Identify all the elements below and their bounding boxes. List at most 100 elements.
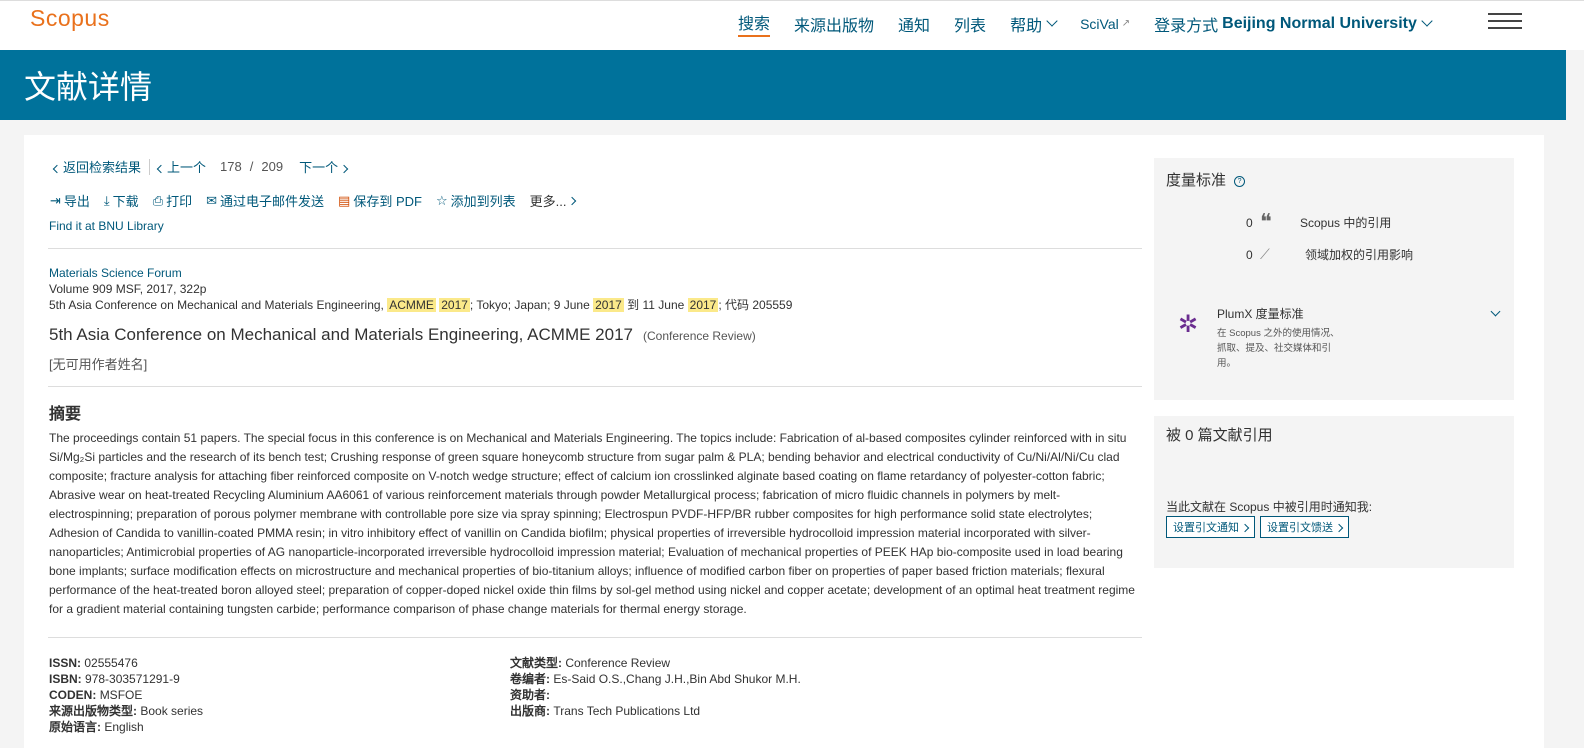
- index-separator: /: [249, 159, 254, 174]
- add-to-list-label: 添加到列表: [450, 194, 516, 209]
- document-details-panel: 返回检索结果 上一个 178 / 209 下一个 ⇥ 导出 ⤓ 下载 ⎙ 打印 ✉ 通过…: [24, 135, 1544, 748]
- breadcrumb: 返回检索结果 上一个 178 / 209 下一个: [52, 157, 349, 176]
- nav-help[interactable]: 帮助: [1010, 12, 1058, 36]
- volume-info: Volume 909 MSF, 2017, 322p: [49, 282, 207, 296]
- nav-search[interactable]: 搜索: [738, 10, 771, 37]
- chevron-right-icon: [568, 196, 577, 205]
- scopus-logo[interactable]: Scopus: [30, 5, 110, 32]
- journal-link[interactable]: Materials Science Forum: [49, 266, 182, 280]
- conference-info: 5th Asia Conference on Mechanical and Ma…: [49, 298, 793, 312]
- chevron-left-icon: [156, 164, 166, 174]
- nav-login[interactable]: 登录方式 Beijing Normal University: [1154, 12, 1433, 36]
- login-label: 登录方式: [1154, 17, 1219, 35]
- email-label: 通过电子邮件发送: [220, 194, 325, 209]
- highlight-term: 2017: [687, 298, 719, 312]
- set-citation-alert-button[interactable]: 设置引文通知: [1166, 516, 1255, 538]
- cited-by-box: 被 0 篇文献引用: [1154, 416, 1514, 568]
- next-label: 下一个: [299, 160, 339, 175]
- document-title: 5th Asia Conference on Mechanical and Ma…: [49, 325, 634, 344]
- page-title-band: 文献详情: [0, 50, 1566, 120]
- top-header: Scopus 搜索 来源出版物 通知 列表 帮助 SciVal ↗ 登录方式 Bei…: [0, 0, 1584, 50]
- export-button[interactable]: ⇥ 导出: [50, 191, 90, 210]
- highlight-term: 2017: [593, 298, 624, 312]
- chevron-right-icon: [1240, 523, 1250, 533]
- plumx-title[interactable]: PlumX 度量标准: [1217, 305, 1304, 322]
- find-it-link[interactable]: Find it at BNU Library: [49, 219, 164, 233]
- nav-alerts[interactable]: 通知: [898, 12, 930, 36]
- meta-issn: ISSN: 02555476: [49, 656, 138, 670]
- star-icon: ☆: [435, 192, 448, 208]
- pdf-icon: ▤: [338, 192, 351, 208]
- plumx-icon: ✲: [1178, 311, 1199, 338]
- more-label: 更多...: [529, 194, 567, 209]
- citation-notify-text: 当此文献在 Scopus 中被引用时通知我:: [1166, 500, 1373, 514]
- divider: [48, 637, 1142, 638]
- previous-label: 上一个: [167, 160, 207, 175]
- download-icon: ⤓: [103, 192, 110, 208]
- print-icon: ⎙: [152, 192, 164, 208]
- citations-metric: 0 ❝ Scopus 中的引用: [1246, 209, 1392, 235]
- scrollbar[interactable]: [1566, 50, 1584, 748]
- divider: [48, 248, 1142, 249]
- feed-label: 设置引文馈送: [1267, 522, 1333, 534]
- email-button[interactable]: ✉ 通过电子邮件发送: [206, 191, 324, 210]
- meta-doc-type: 文献类型: Conference Review: [510, 656, 671, 670]
- meta-isbn: ISBN: 978-303571291-9: [49, 672, 180, 686]
- chevron-down-icon: [1046, 15, 1058, 27]
- citations-count: 0: [1246, 215, 1253, 230]
- export-label: 导出: [63, 194, 90, 209]
- back-to-results-link[interactable]: 返回检索结果: [52, 157, 142, 176]
- metrics-heading: 度量标准?: [1166, 169, 1246, 190]
- cited-by-heading: 被 0 篇文献引用: [1166, 427, 1273, 444]
- metadata-right: 文献类型: Conference Review 卷编者: Es-Said O.S…: [510, 655, 801, 719]
- chevron-down-icon: [1421, 15, 1433, 27]
- nav-help-label: 帮助: [1010, 17, 1043, 35]
- set-citation-feed-button[interactable]: 设置引文馈送: [1260, 516, 1349, 538]
- nav-scival[interactable]: SciVal ↗: [1080, 16, 1130, 32]
- chevron-right-icon: [1334, 523, 1344, 533]
- metrics-box: 度量标准? 0 ❝ Scopus 中的引用 0 ⟋ 领域加权的引用影响 ✲ Pl…: [1154, 158, 1514, 400]
- add-to-list-button[interactable]: ☆ 添加到列表: [436, 191, 516, 210]
- previous-link[interactable]: 上一个: [156, 157, 207, 176]
- print-label: 打印: [166, 194, 193, 209]
- abstract-heading: 摘要: [49, 406, 82, 423]
- download-button[interactable]: ⤓ 下载: [104, 191, 139, 210]
- external-link-icon: ↗: [1121, 18, 1131, 29]
- chevron-down-icon[interactable]: [1490, 306, 1501, 317]
- meta-coden: CODEN: MSFOE: [49, 688, 143, 702]
- alert-label: 设置引文通知: [1173, 522, 1239, 534]
- abstract-text: The proceedings contain 51 papers. The s…: [49, 431, 1135, 616]
- citations-label: Scopus 中的引用: [1300, 216, 1392, 230]
- current-index: 178: [220, 159, 242, 174]
- quote-icon: ❝: [1260, 209, 1272, 235]
- help-icon[interactable]: ?: [1234, 175, 1246, 187]
- nav-lists[interactable]: 列表: [954, 12, 986, 36]
- total-count: 209: [261, 159, 284, 174]
- metadata-left: ISSN: 02555476 ISBN: 978-303571291-9 COD…: [49, 655, 203, 735]
- menu-icon[interactable]: [1488, 13, 1522, 31]
- meta-source-type: 来源出版物类型: Book series: [49, 704, 204, 718]
- fwci-count: 0: [1246, 247, 1253, 262]
- chevron-right-icon: [339, 164, 349, 174]
- main-nav: 搜索 来源出版物 通知 列表 帮助 SciVal ↗ 登录方式 Beijing No…: [738, 10, 1455, 37]
- divider: [149, 158, 151, 175]
- meta-publisher: 出版商: Trans Tech Publications Ltd: [510, 704, 701, 718]
- divider: [48, 386, 1142, 387]
- back-label: 返回检索结果: [63, 160, 142, 175]
- print-button[interactable]: ⎙ 打印: [153, 191, 192, 210]
- document-title-row: 5th Asia Conference on Mechanical and Ma…: [49, 325, 756, 345]
- nav-scival-label: SciVal: [1080, 15, 1119, 32]
- institution-name: Beijing Normal University: [1222, 14, 1417, 32]
- page-title: 文献详情: [24, 69, 153, 105]
- document-type-tag: (Conference Review): [643, 329, 756, 343]
- nav-sources[interactable]: 来源出版物: [794, 12, 874, 36]
- fwci-metric: 0 ⟋ 领域加权的引用影响: [1246, 246, 1413, 263]
- more-button[interactable]: 更多...: [529, 191, 577, 210]
- chevron-left-icon: [52, 164, 62, 174]
- authors: [无可用作者姓名]: [49, 357, 148, 372]
- source-info: Materials Science Forum Volume 909 MSF, …: [49, 265, 792, 313]
- export-icon: ⇥: [50, 192, 61, 208]
- document-actions: ⇥ 导出 ⤓ 下载 ⎙ 打印 ✉ 通过电子邮件发送 ▤ 保存到 PDF ☆ 添加到列表 更多…: [50, 191, 589, 210]
- save-pdf-button[interactable]: ▤ 保存到 PDF: [338, 191, 422, 210]
- next-link[interactable]: 下一个: [299, 157, 349, 176]
